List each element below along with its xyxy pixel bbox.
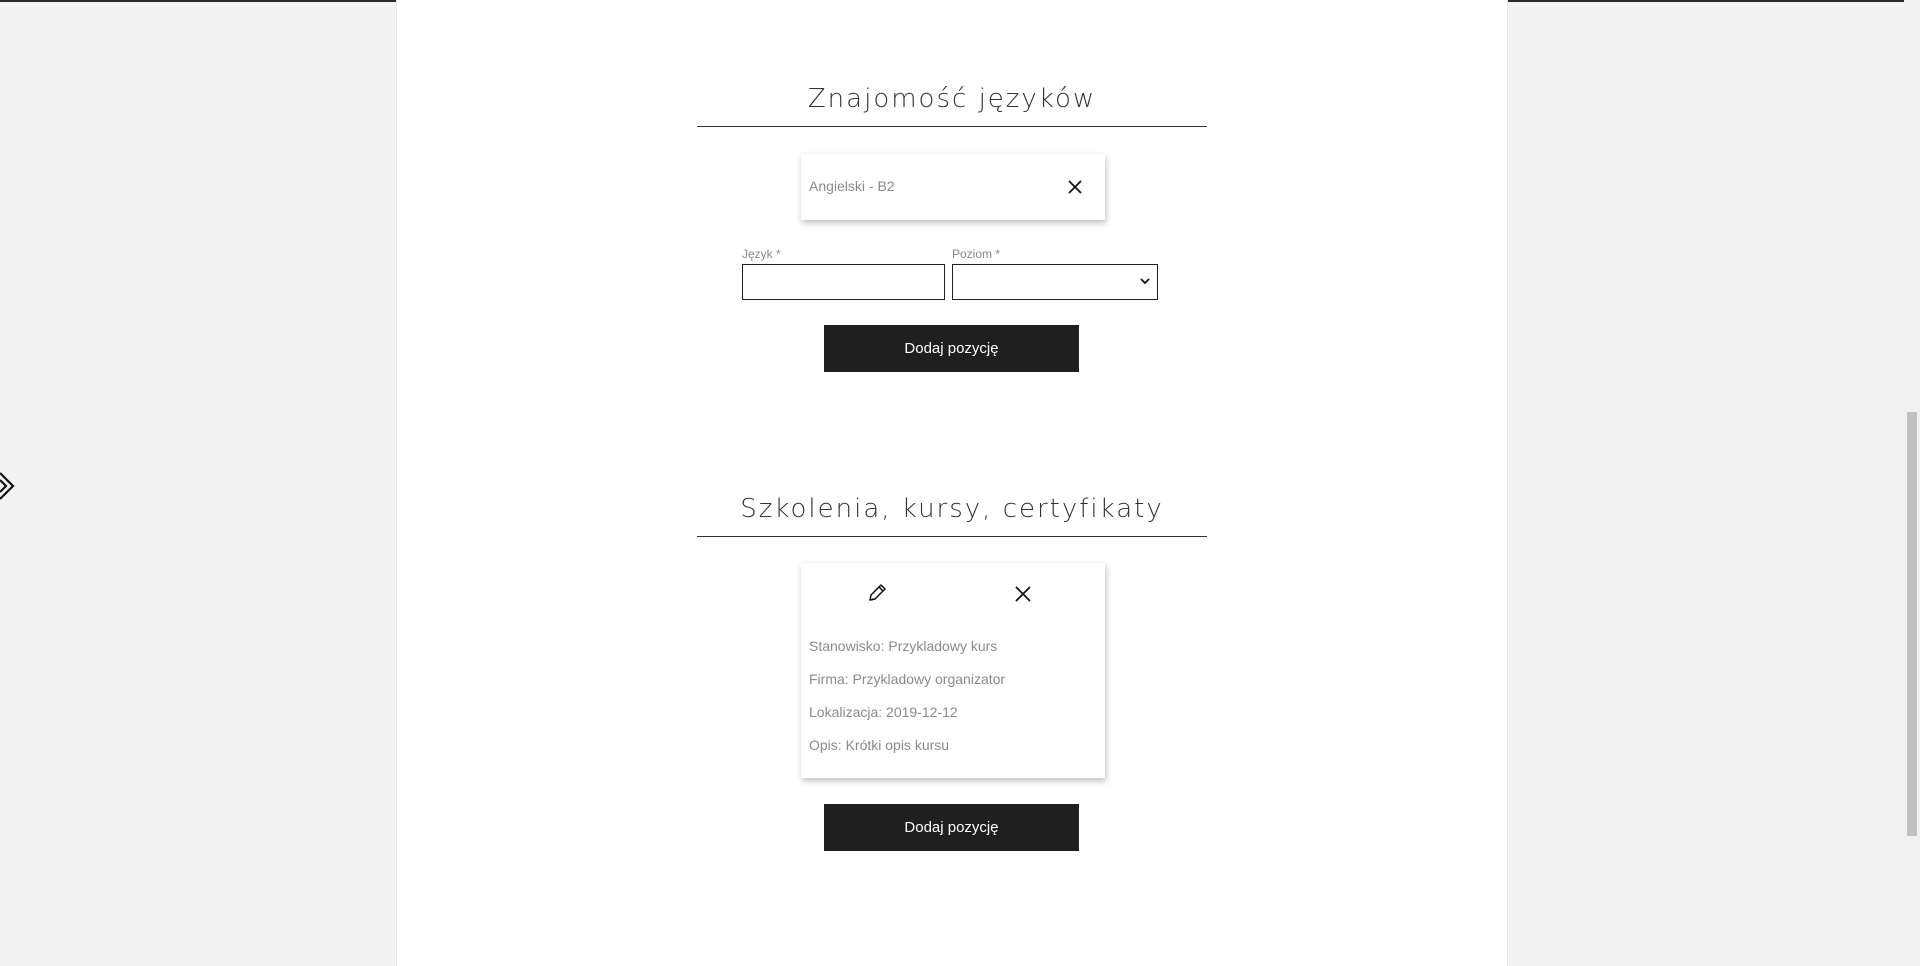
pencil-icon: [869, 584, 886, 601]
section-divider: [697, 536, 1207, 537]
sidebar-toggle-button[interactable]: [0, 470, 18, 507]
double-chevron-right-icon: [0, 472, 15, 500]
close-icon: [1015, 586, 1031, 602]
language-entry-text: Angielski - B2: [809, 178, 895, 194]
training-description: Opis: Krótki opis kursu: [809, 737, 950, 753]
edit-training-button[interactable]: [865, 581, 889, 605]
training-position: Stanowisko: Przykladowy kurs: [809, 638, 998, 654]
delete-language-button[interactable]: [1063, 175, 1087, 199]
training-entry-card: Stanowisko: Przykladowy kurs Firma: Przy…: [801, 563, 1105, 778]
scrollbar-thumb[interactable]: [1907, 412, 1917, 836]
level-field-label: Poziom *: [952, 247, 1001, 261]
section-title-languages: Znajomość języków: [807, 84, 1097, 114]
level-select[interactable]: [952, 264, 1158, 300]
add-language-button[interactable]: Dodaj pozycję: [824, 325, 1079, 372]
section-title-trainings: Szkolenia, kursy, certyfikaty: [740, 494, 1164, 524]
add-training-button[interactable]: Dodaj pozycję: [824, 804, 1079, 851]
delete-training-button[interactable]: [1011, 582, 1035, 606]
language-entry-card: Angielski - B2: [801, 154, 1105, 220]
section-divider: [697, 126, 1207, 127]
language-field-label: Język *: [742, 247, 781, 261]
training-company: Firma: Przykladowy organizator: [809, 671, 1006, 687]
close-icon: [1068, 180, 1082, 194]
training-location: Lokalizacja: 2019-12-12: [809, 704, 958, 720]
main-content: Znajomość języków Angielski - B2 Język *…: [396, 0, 1508, 966]
chevron-down-icon: [1140, 278, 1150, 285]
language-input[interactable]: [742, 264, 945, 300]
